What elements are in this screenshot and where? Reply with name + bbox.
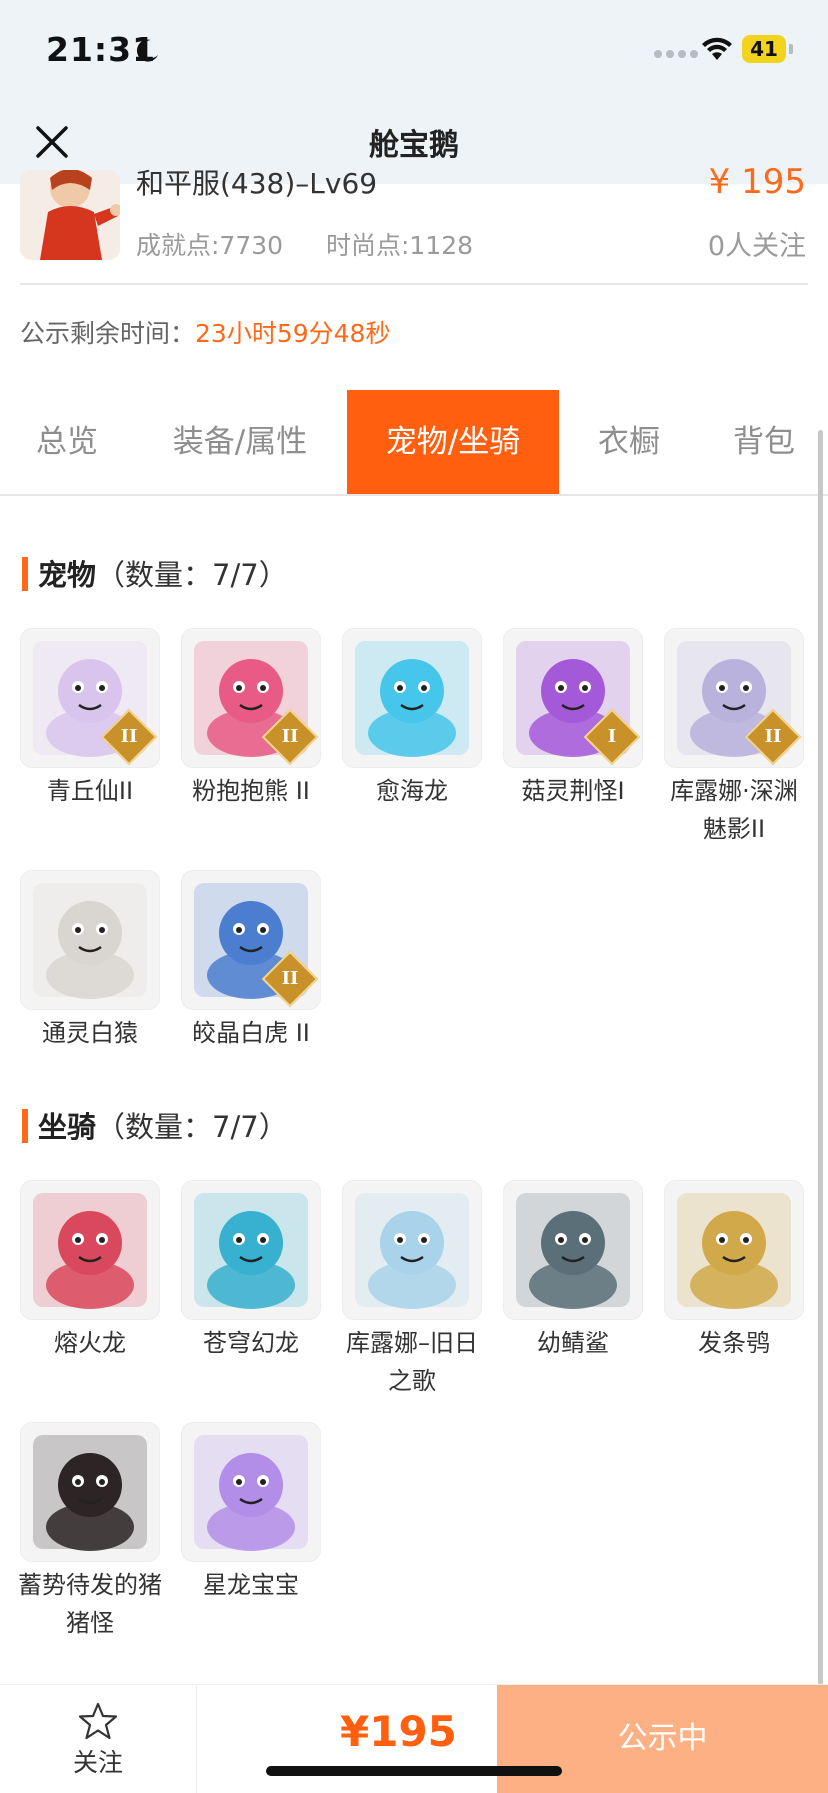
tier-label: II — [120, 726, 138, 747]
baby-star-dragon-icon — [181, 1422, 321, 1562]
pet-item[interactable]: 愈海龙 — [342, 628, 482, 810]
product-name: 和平服(438)–Lv69 — [136, 167, 378, 200]
pets-title: 宠物 — [38, 558, 97, 592]
tier-label: II — [764, 726, 782, 747]
product-price: ¥ 195 — [708, 162, 806, 202]
mount-name: 星龙宝宝 — [203, 1571, 299, 1599]
character-avatar — [20, 170, 120, 260]
mount-name: 苍穹幻龙 — [203, 1329, 299, 1357]
pet-name: 愈海龙 — [376, 777, 448, 805]
bottom-action-bar: 关注 ¥195 公示中 — [0, 1684, 828, 1793]
sky-dragon-icon — [181, 1180, 321, 1320]
mount-item[interactable]: 发条鸮 — [664, 1180, 804, 1362]
moon-icon — [136, 39, 158, 62]
follow-label: 关注 — [72, 1748, 123, 1777]
tab-wardrobe[interactable]: 衣橱 — [566, 390, 692, 494]
pet-item[interactable]: II 青丘仙II — [20, 628, 160, 810]
achievement-points: 成就点:7730 — [136, 231, 284, 260]
timer-label: 公示剩余时间： — [20, 319, 196, 348]
tier-label: I — [607, 726, 617, 747]
battery-tip — [789, 44, 793, 54]
pet-item[interactable]: I 菇灵荆怪I — [503, 628, 643, 810]
mount-item[interactable]: 库露娜–旧日之歌 — [342, 1180, 482, 1400]
mount-item[interactable]: 熔火龙 — [20, 1180, 160, 1362]
tab-pets-mounts[interactable]: 宠物/坐骑 — [347, 390, 559, 494]
fox-fairy-icon: II — [20, 628, 160, 768]
mount-name: 熔火龙 — [54, 1329, 126, 1357]
mount-name: 库露娜–旧日之歌 — [346, 1329, 478, 1395]
status-bar: 21:31 41 — [0, 0, 828, 100]
mount-item[interactable]: 幼鲭鲨 — [503, 1180, 643, 1362]
tier-label: II — [281, 968, 299, 989]
pet-name: 皎晶白虎 II — [192, 1019, 310, 1047]
mounts-count: （数量：7/7） — [96, 1110, 288, 1144]
fashion-points: 时尚点:1128 — [326, 231, 474, 260]
mount-item[interactable]: 苍穹幻龙 — [181, 1180, 321, 1362]
pet-name: 粉抱抱熊 II — [192, 777, 310, 805]
follower-count: 0人关注 — [707, 231, 806, 262]
mounts-section-title: 坐骑（数量：7/7） — [22, 1104, 288, 1146]
mushroom-sprite-icon: I — [503, 628, 643, 768]
follow-button[interactable]: 关注 — [0, 1685, 197, 1793]
white-tiger-icon: II — [181, 870, 321, 1010]
pet-item[interactable]: II 粉抱抱熊 II — [181, 628, 321, 810]
section-accent-bar — [22, 1109, 28, 1143]
section-accent-bar — [22, 557, 28, 591]
pet-item[interactable]: II 库露娜·深渊魅影II — [664, 628, 804, 848]
pet-name: 通灵白猿 — [42, 1019, 138, 1047]
clockwork-owl-icon — [664, 1180, 804, 1320]
mount-item[interactable]: 星龙宝宝 — [181, 1422, 321, 1604]
divider — [20, 283, 808, 285]
pet-name: 菇灵荆怪I — [521, 777, 625, 805]
tier-label: II — [281, 726, 299, 747]
pet-name: 库露娜·深渊魅影II — [670, 777, 798, 843]
navigation-bar: 舱宝鹅 — [0, 100, 828, 184]
mount-name: 发条鸮 — [698, 1329, 770, 1357]
sea-dragon-icon — [342, 628, 482, 768]
baby-shark-icon — [503, 1180, 643, 1320]
pet-name: 青丘仙II — [46, 777, 134, 805]
tab-equipment-attributes[interactable]: 装备/属性 — [134, 390, 346, 494]
pink-bear-icon: II — [181, 628, 321, 768]
pet-item[interactable]: 通灵白猿 — [20, 870, 160, 1052]
cellular-signal-icon — [654, 50, 698, 58]
page-title: 舱宝鹅 — [369, 128, 459, 163]
mount-item[interactable]: 蓄势待发的猪猪怪 — [18, 1422, 162, 1642]
mount-name: 幼鲭鲨 — [537, 1329, 609, 1357]
pig-monster-icon — [20, 1422, 160, 1562]
star-icon — [78, 1702, 118, 1740]
tab-backpack[interactable]: 背包 — [700, 390, 828, 494]
tab-overview[interactable]: 总览 — [0, 390, 134, 494]
pet-item[interactable]: II 皎晶白虎 II — [181, 870, 321, 1052]
timer-value: 23小时59分48秒 — [195, 319, 391, 348]
mount-name: 蓄势待发的猪猪怪 — [18, 1571, 162, 1637]
battery-level: 41 — [742, 35, 786, 63]
wifi-icon — [702, 37, 732, 60]
product-summary: 和平服(438)–Lv69 ¥ 195 成就点:7730 时尚点:1128 0人… — [0, 162, 828, 284]
footer-price: ¥195 — [340, 1707, 457, 1756]
pets-count: （数量：7/7） — [96, 558, 288, 592]
publicity-status-button[interactable]: 公示中 — [497, 1685, 828, 1793]
white-ape-icon — [20, 870, 160, 1010]
mounts-title: 坐骑 — [38, 1110, 97, 1144]
scrollbar[interactable] — [818, 430, 823, 1710]
tab-bar: 总览 装备/属性 宠物/坐骑 衣橱 背包 — [0, 390, 828, 496]
publicity-timer: 公示剩余时间：23小时59分48秒 — [20, 314, 390, 350]
song-of-yesterday-icon — [342, 1180, 482, 1320]
lava-dragon-icon — [20, 1180, 160, 1320]
abyss-phantom-icon: II — [664, 628, 804, 768]
pets-section-title: 宠物（数量：7/7） — [22, 552, 288, 594]
home-indicator[interactable] — [266, 1766, 562, 1776]
